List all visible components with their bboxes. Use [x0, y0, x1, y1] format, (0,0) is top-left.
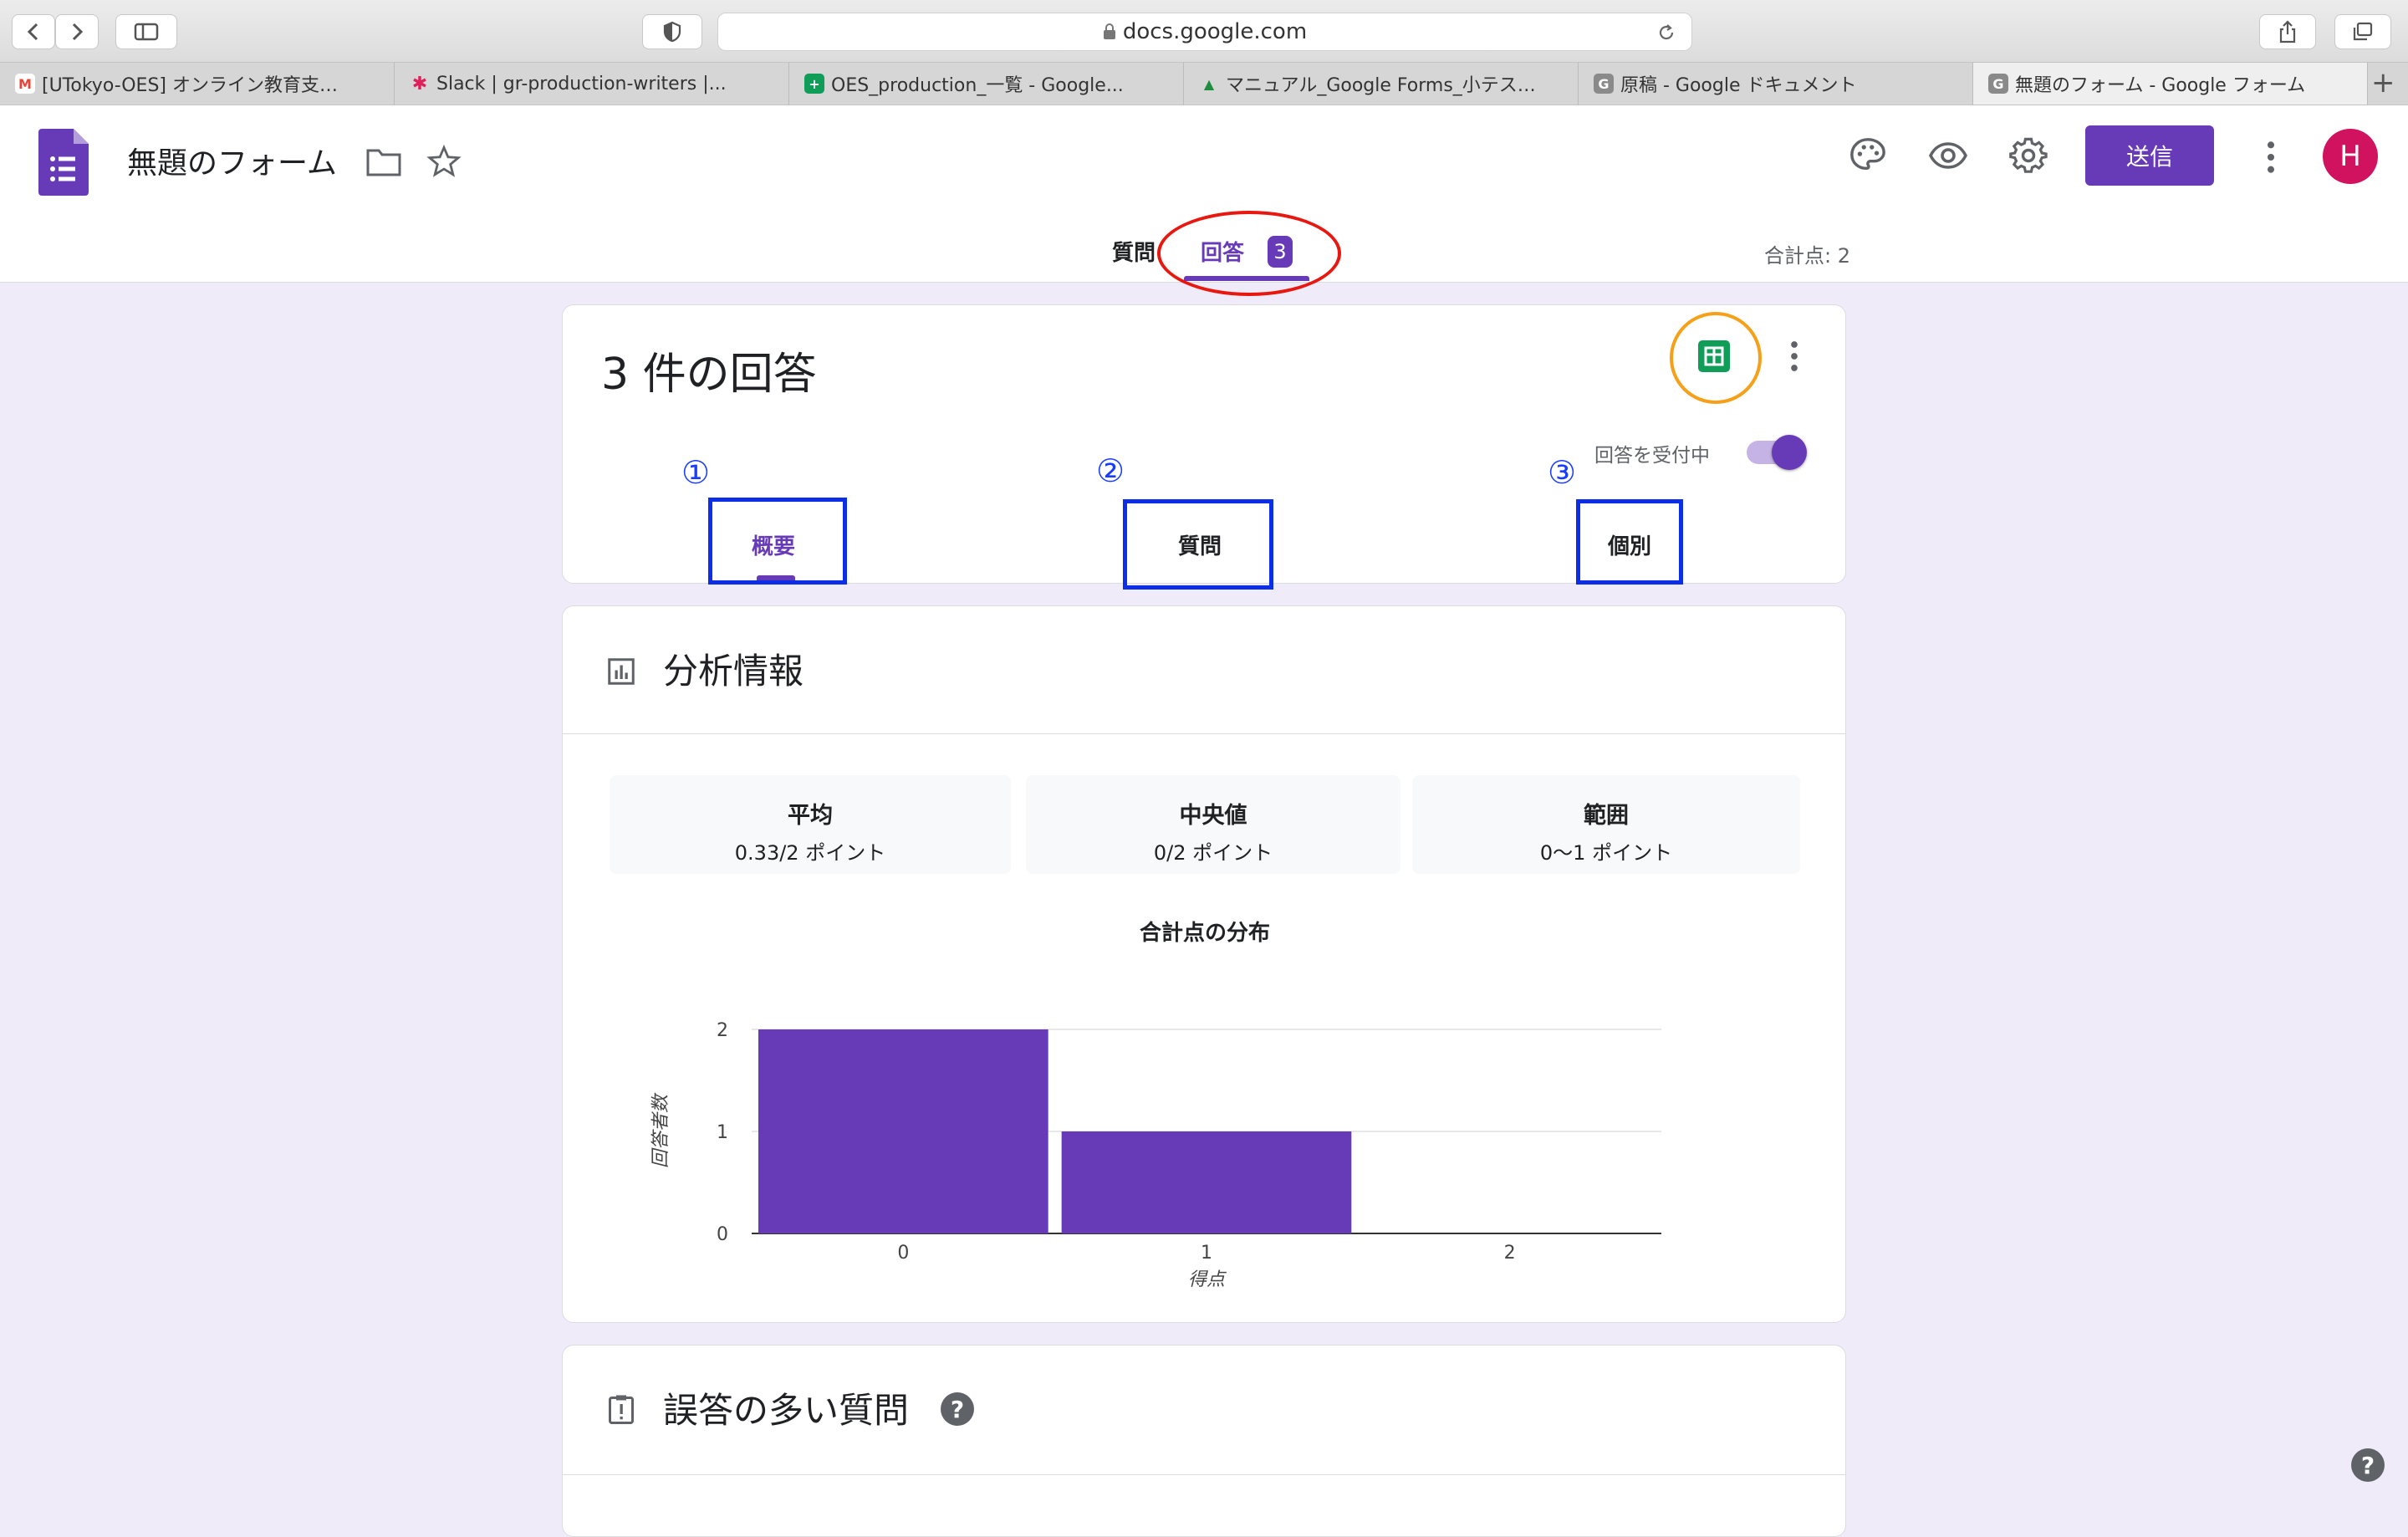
browser-tab[interactable]: ▲ マニュアル_Google Forms_小テス… [1184, 63, 1579, 105]
responses-title: 3 件の回答 [601, 350, 817, 400]
responses-summary-card: 3 件の回答 回答を受付中 ① ② ③ 概要 質問 個別 [562, 304, 1846, 590]
forms-header: 無題のフォーム 送信 H 質問 回答 3 合計点: 2 [0, 105, 2408, 296]
x-tick-label: 1 [1201, 1243, 1212, 1264]
browser-tab-label: マニュアル_Google Forms_小テス… [1226, 75, 1536, 96]
form-title[interactable]: 無題のフォーム [127, 139, 337, 182]
gear-icon [2009, 137, 2048, 173]
browser-tab-label: [UTokyo-OES] オンライン教育支… [42, 75, 338, 96]
x-tick-label: 0 [897, 1243, 909, 1264]
browser-tab-label: Slack | gr-production-writers |... [436, 73, 727, 94]
chart-bar [1061, 1131, 1352, 1233]
reload-icon[interactable] [1656, 23, 1676, 43]
stat-title: 範囲 [1584, 803, 1629, 829]
more-vert-icon[interactable] [1788, 339, 1800, 374]
analytics-icon [608, 658, 635, 685]
browser-tab[interactable]: + OES_production_一覧 - Google... [789, 63, 1184, 105]
browser-tab-label: OES_production_一覧 - Google... [831, 75, 1124, 96]
insights-title: 分析情報 [663, 651, 804, 692]
customize-theme-button[interactable] [1843, 130, 1893, 181]
drive-icon: ▲ [1203, 75, 1215, 92]
score-distribution-chart: 0 1 2 0 1 2 得点 回答者数 [650, 1020, 1661, 1290]
chart-bar [758, 1029, 1048, 1233]
stat-value: 0〜1 ポイント [1539, 841, 1673, 865]
annotation-red-ellipse [1157, 211, 1341, 296]
x-axis-label: 得点 [1188, 1269, 1227, 1290]
frequently-missed-card: 誤答の多い質問 ? [562, 1345, 1846, 1537]
share-button[interactable] [2259, 14, 2316, 49]
subtab-individual[interactable]: 個別 [1608, 529, 1651, 560]
stat-value: 0.33/2 ポイント [734, 841, 886, 865]
chevron-right-icon [72, 23, 84, 41]
help-icon[interactable]: ? [941, 1392, 974, 1426]
subtab-active-indicator [757, 575, 795, 580]
gmail-icon: M [15, 74, 35, 94]
browser-tab-label: 無題のフォーム - Google フォーム [2015, 75, 2306, 96]
chevron-left-icon [27, 23, 38, 41]
star-icon[interactable] [426, 144, 462, 179]
annotation-number-3: ③ [1548, 454, 1577, 491]
eye-icon [1928, 142, 1968, 169]
browser-tab[interactable]: G 原稿 - Google ドキュメント [1579, 63, 1973, 105]
x-tick-label: 2 [1504, 1243, 1516, 1264]
stat-median: 中央値 0/2 ポイント [1026, 775, 1400, 874]
google-favicon-icon: G [1594, 74, 1614, 94]
stat-title: 中央値 [1179, 803, 1247, 829]
more-vert-icon[interactable] [2258, 139, 2284, 176]
toggle-knob [1772, 435, 1807, 470]
palette-icon [1850, 138, 1885, 171]
clipboard-alert-icon [609, 1395, 634, 1424]
stat-value: 0/2 ポイント [1153, 841, 1273, 865]
send-button[interactable]: 送信 [2085, 125, 2214, 186]
total-points: 合計点: 2 [1764, 244, 1850, 268]
browser-toolbar: docs.google.com [0, 0, 2408, 62]
browser-tab[interactable]: M [UTokyo-OES] オンライン教育支… [0, 63, 395, 105]
forms-logo-icon[interactable] [38, 129, 89, 196]
tabs-icon [2353, 22, 2373, 41]
y-tick-label: 0 [717, 1224, 728, 1245]
browser-tab-label: 原稿 - Google ドキュメント [1620, 75, 1857, 96]
privacy-report-button[interactable] [642, 14, 702, 49]
annotation-number-1: ① [681, 454, 711, 491]
frequently-missed-title: 誤答の多い質問 [663, 1390, 910, 1431]
tab-overview-button[interactable] [2334, 14, 2391, 49]
browser-tab[interactable]: ✱ Slack | gr-production-writers |... [395, 63, 789, 105]
annotation-number-2: ② [1096, 452, 1125, 489]
forward-button[interactable] [55, 14, 99, 49]
chart-title: 合計点の分布 [1139, 921, 1270, 946]
folder-icon[interactable] [366, 147, 401, 177]
y-tick-label: 2 [717, 1020, 728, 1041]
link-to-sheets-icon[interactable] [1698, 340, 1730, 372]
insights-card: 分析情報 平均 0.33/2 ポイント 中央値 0/2 ポイント 範囲 0〜1 … [562, 605, 1846, 1323]
help-fab-icon[interactable]: ? [2351, 1448, 2385, 1482]
subtab-question[interactable]: 質問 [1178, 529, 1222, 560]
browser-tab-active[interactable]: G 無題のフォーム - Google フォーム [1973, 63, 2368, 105]
sidebar-icon [134, 23, 159, 41]
y-tick-label: 1 [717, 1122, 728, 1143]
share-icon [2279, 20, 2296, 43]
accepting-responses-toggle[interactable] [1747, 435, 1807, 470]
preview-button[interactable] [1923, 130, 1973, 181]
tab-questions[interactable]: 質問 [1112, 236, 1156, 267]
back-button[interactable] [12, 14, 55, 49]
sheets-icon: + [804, 74, 824, 94]
divider [563, 733, 1845, 734]
google-favicon-icon: G [1988, 74, 2008, 94]
divider [563, 1474, 1845, 1475]
avatar[interactable]: H [2323, 129, 2378, 184]
accepting-responses-label: 回答を受付中 [1594, 445, 1710, 467]
sidebar-toggle-button[interactable] [115, 14, 177, 49]
stat-average: 平均 0.33/2 ポイント [610, 775, 1011, 874]
browser-tabs: M [UTokyo-OES] オンライン教育支… ✱ Slack | gr-pr… [0, 62, 2408, 105]
shield-icon [663, 21, 681, 43]
settings-button[interactable] [2003, 130, 2053, 181]
stat-title: 平均 [788, 803, 833, 829]
subtab-summary[interactable]: 概要 [752, 529, 795, 560]
y-axis-label: 回答者数 [650, 1092, 671, 1168]
url-text: docs.google.com [1122, 19, 1308, 44]
address-bar[interactable]: docs.google.com [717, 13, 1692, 51]
new-tab-icon[interactable]: + [2371, 66, 2395, 100]
lock-icon [1103, 23, 1115, 39]
slack-icon: ✱ [411, 73, 428, 94]
stat-range: 範囲 0〜1 ポイント [1412, 775, 1800, 874]
